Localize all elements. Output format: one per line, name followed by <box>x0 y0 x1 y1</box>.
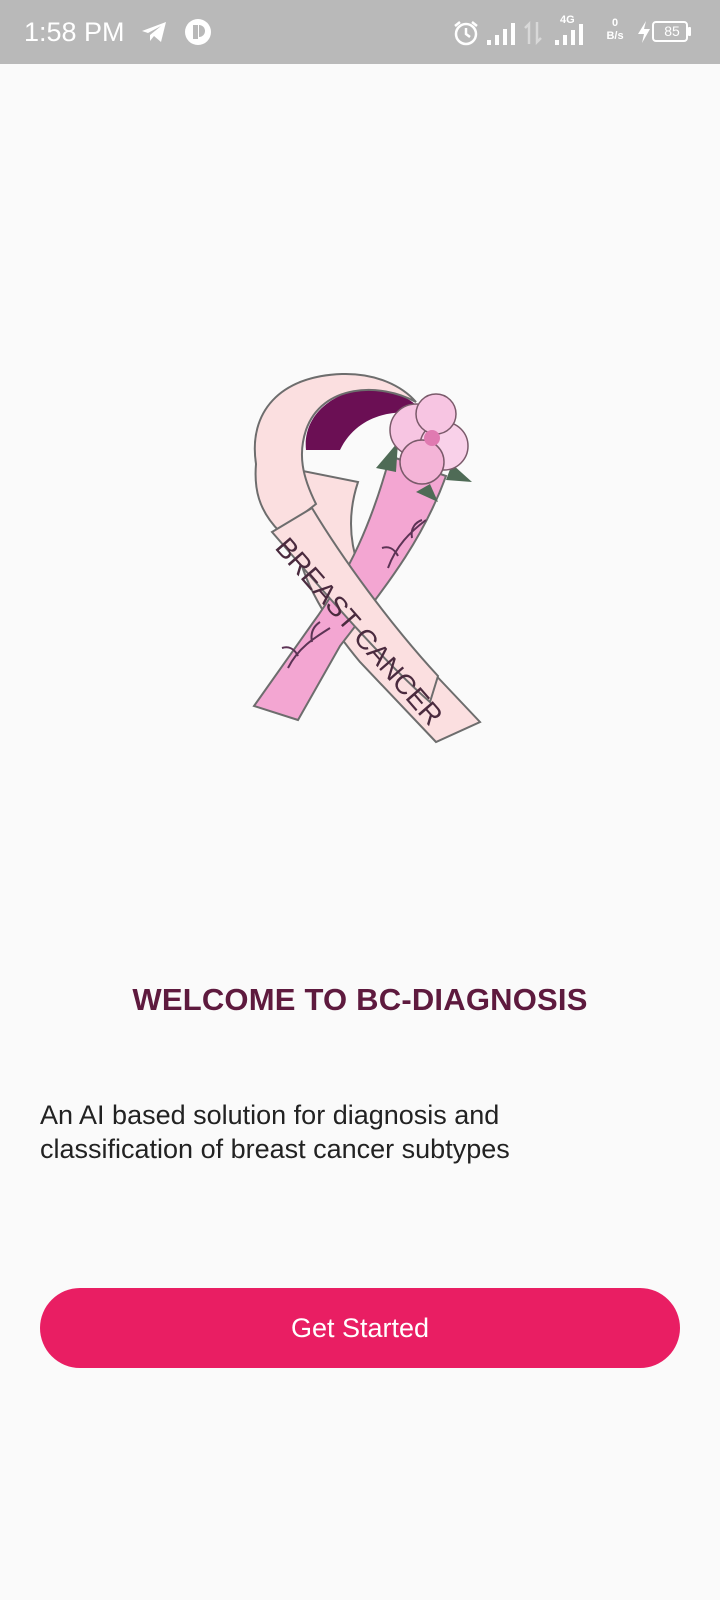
status-time: 1:58 PM <box>24 17 125 47</box>
status-bar: 1:58 PM 4G 0 B/s 85 <box>0 0 720 64</box>
data-transfer-icon <box>524 20 542 46</box>
network-speed-value: 0 <box>611 17 619 29</box>
signal-4g-icon <box>555 24 583 45</box>
battery-indicator: 85 <box>652 21 692 42</box>
welcome-title: WELCOME TO BC-DIAGNOSIS <box>132 982 588 1017</box>
pink-ribbon-icon: BREAST CANCER <box>240 372 490 752</box>
charging-icon <box>638 21 650 43</box>
battery-level: 85 <box>664 23 680 39</box>
app-description: An AI based solution for diagnosis and c… <box>40 1100 510 1164</box>
get-started-button[interactable]: Get Started <box>40 1288 680 1368</box>
signal-icon <box>487 23 515 45</box>
telegram-icon <box>142 22 166 42</box>
alarm-icon <box>454 21 478 46</box>
network-speed: 0 B/s <box>600 17 630 43</box>
network-speed-unit: B/s <box>606 30 624 42</box>
app-notification-icon <box>185 19 211 45</box>
